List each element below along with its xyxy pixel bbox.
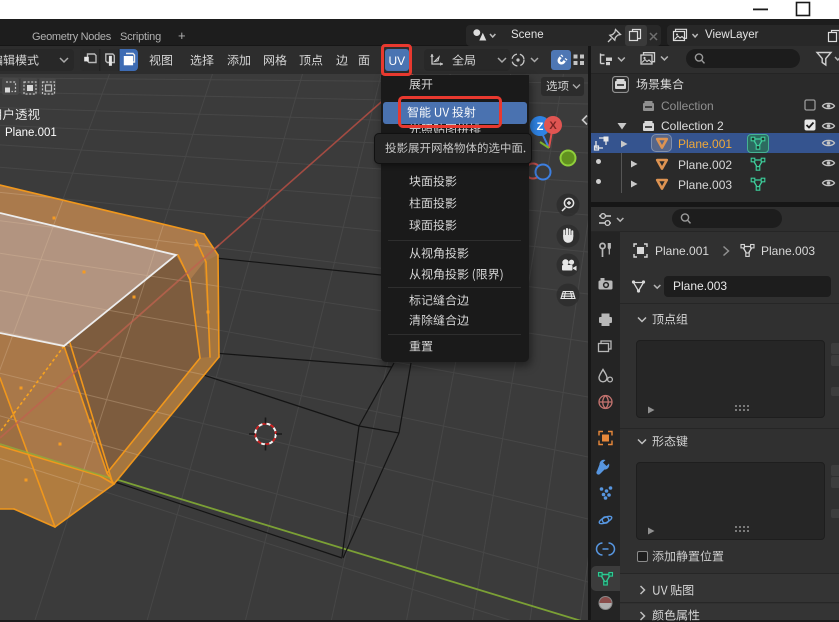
svg-text:Z: Z	[537, 121, 544, 133]
svg-text:X: X	[549, 120, 557, 132]
